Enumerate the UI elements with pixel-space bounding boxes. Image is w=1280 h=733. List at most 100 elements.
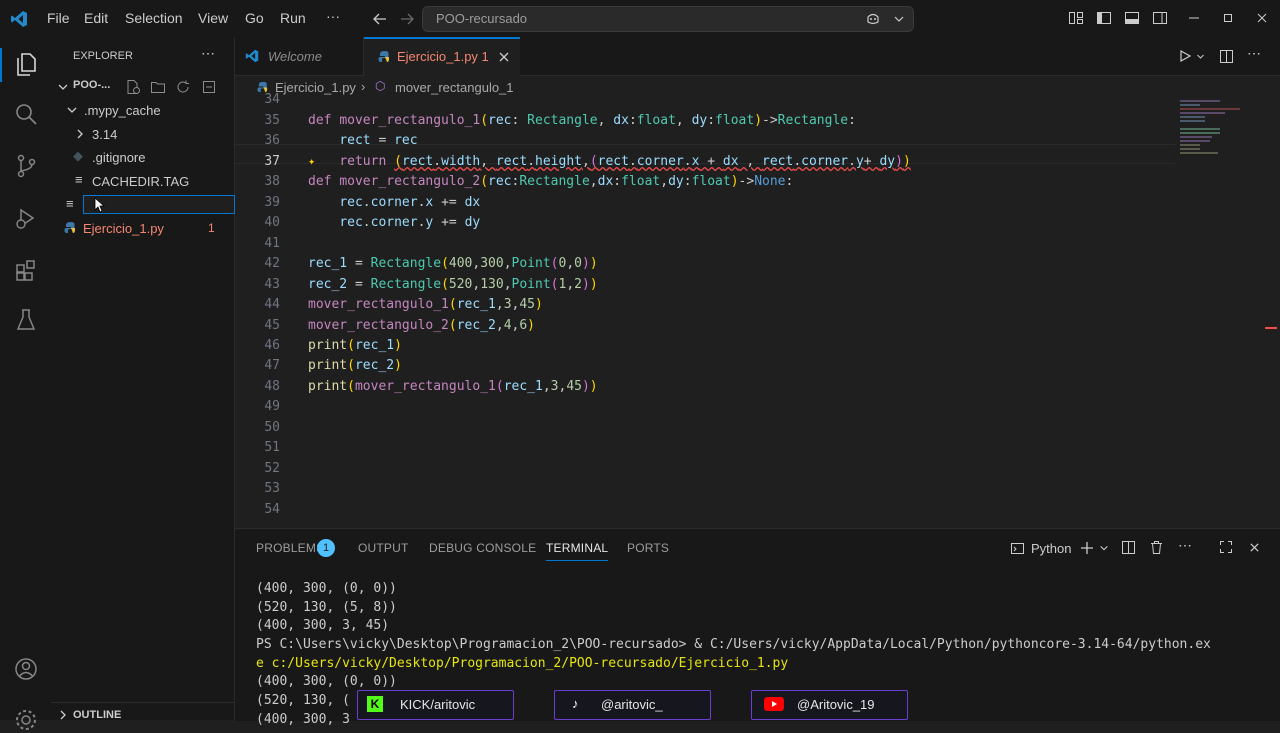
code-line: 44 mover_rectangulo_1(rec_1,3,45) — [235, 297, 1280, 317]
trash-icon[interactable] — [1149, 540, 1164, 555]
activity-bar — [0, 37, 52, 730]
explorer-title: EXPLORER — [73, 50, 133, 62]
youtube-handle: @Aritovic_19 — [797, 697, 875, 712]
title-bar: File Edit Selection View Go Run ··· POO-… — [0, 0, 1280, 38]
line-number: 44 — [264, 297, 280, 312]
code-line: 51 — [235, 440, 1280, 460]
editor-more-icon[interactable]: ⋯ — [1247, 45, 1261, 62]
new-file-row[interactable]: ≡ — [51, 194, 235, 216]
close-tab-icon[interactable] — [498, 51, 510, 63]
terminal-line: e c:/Users/vicky/Desktop/Programacion_2/… — [256, 655, 789, 671]
tree-item-gitignore[interactable]: ◆ .gitignore — [51, 146, 234, 168]
code-editor[interactable]: 34 35 def mover_rectangulo_1(rec: Rectang… — [235, 92, 1280, 528]
menu-selection[interactable]: Selection — [125, 10, 183, 26]
chevron-down-icon[interactable] — [1099, 543, 1109, 553]
overview-ruler-error-marker — [1265, 327, 1277, 329]
back-arrow-icon[interactable] — [372, 11, 388, 27]
line-number: 49 — [264, 399, 280, 414]
chevron-down-icon[interactable] — [1196, 52, 1205, 61]
terminal-line: PS C:\Users\vicky\Desktop\Programacion_2… — [256, 637, 1211, 653]
code-line: 53 — [235, 481, 1280, 501]
workspace-root[interactable]: POO-... — [51, 76, 234, 98]
new-terminal-plus-icon[interactable] — [1079, 540, 1095, 556]
outline-section[interactable]: OUTLINE — [51, 702, 234, 725]
maximize-panel-icon[interactable] — [1219, 540, 1233, 554]
chevron-down-icon — [58, 84, 68, 90]
youtube-overlay: @Aritovic_19 — [751, 690, 908, 720]
tiktok-handle: @aritovic_ — [601, 697, 663, 712]
new-file-icon[interactable] — [125, 79, 141, 95]
tree-item-mypy-cache[interactable]: .mypy_cache — [51, 99, 234, 121]
source-control-icon[interactable] — [13, 153, 39, 179]
run-python-file-icon[interactable] — [1178, 49, 1192, 63]
menu-view[interactable]: View — [198, 10, 228, 26]
close-window-icon[interactable] — [1256, 12, 1268, 24]
copilot-icon[interactable] — [865, 11, 881, 27]
code-line: 36 rect = rec — [235, 133, 1280, 153]
maximize-icon[interactable] — [1222, 12, 1234, 24]
close-panel-icon[interactable] — [1249, 542, 1260, 553]
extensions-icon[interactable] — [13, 257, 39, 283]
vscode-logo-icon — [245, 49, 259, 63]
active-indicator — [0, 48, 2, 82]
menu-more[interactable]: ··· — [326, 8, 340, 24]
explorer-sidebar: EXPLORER ⋯ POO-... .mypy_cache 3.14 ◆ .g… — [51, 37, 235, 721]
new-folder-icon[interactable] — [150, 79, 166, 95]
tree-item-label: 3.14 — [92, 127, 118, 142]
tree-item-label: CACHEDIR.TAG — [92, 174, 190, 189]
line-number: 40 — [264, 215, 280, 230]
explorer-more-icon[interactable]: ⋯ — [201, 45, 215, 62]
tree-item-cachedir-tag[interactable]: ≡ CACHEDIR.TAG — [51, 170, 234, 192]
account-icon[interactable] — [13, 656, 39, 682]
tab-debug-console[interactable]: DEBUG CONSOLE — [429, 541, 536, 555]
minimap[interactable] — [1180, 98, 1250, 188]
tiktok-logo-icon: ♪ — [572, 696, 579, 711]
forward-arrow-icon[interactable] — [399, 11, 415, 27]
tree-item-ejercicio-1-py[interactable]: Ejercicio_1.py 1 — [51, 217, 234, 239]
explorer-icon[interactable] — [13, 51, 39, 77]
menu-edit[interactable]: Edit — [84, 10, 108, 26]
tab-ejercicio-1[interactable]: Ejercicio_1.py 1 — [364, 37, 520, 76]
menu-file[interactable]: File — [47, 10, 70, 26]
youtube-logo-icon — [764, 697, 784, 711]
tab-output[interactable]: OUTPUT — [358, 541, 409, 555]
refresh-icon[interactable] — [175, 79, 191, 95]
code-line: 34 — [235, 92, 1280, 112]
split-editor-icon[interactable] — [1219, 49, 1234, 64]
kick-logo-icon: K — [367, 696, 383, 712]
toggle-panel-icon[interactable] — [1124, 10, 1140, 26]
line-number: 34 — [264, 92, 280, 107]
tree-item-label: Ejercicio_1.py — [83, 221, 164, 236]
problem-count-badge: 1 — [208, 221, 215, 235]
line-number: 48 — [264, 379, 280, 394]
tree-item-3-14[interactable]: 3.14 — [51, 123, 234, 145]
run-debug-icon[interactable] — [13, 205, 39, 231]
menu-go[interactable]: Go — [245, 10, 264, 26]
chevron-down-icon[interactable] — [893, 13, 905, 25]
search-icon[interactable] — [13, 101, 39, 127]
code-line: 48 print(mover_rectangulo_1(rec_1,3,45)) — [235, 379, 1280, 399]
menu-run[interactable]: Run — [280, 10, 306, 26]
toggle-secondary-sidebar-icon[interactable] — [1152, 10, 1168, 26]
code-line: 45 mover_rectangulo_2(rec_2,4,6) — [235, 318, 1280, 338]
line-number: 43 — [264, 277, 280, 292]
toggle-primary-sidebar-icon[interactable] — [1096, 10, 1112, 26]
tab-problems[interactable]: PROBLEMS — [256, 541, 324, 555]
terminal-shell-name[interactable]: Python — [1031, 541, 1071, 556]
collapse-all-icon[interactable] — [201, 79, 217, 95]
mouse-cursor-icon — [94, 197, 106, 213]
tab-ports[interactable]: PORTS — [627, 541, 669, 555]
minimize-icon[interactable] — [1188, 12, 1200, 24]
terminal-line: (400, 300, 3, 45) — [256, 618, 390, 634]
testing-flask-icon[interactable] — [13, 307, 39, 333]
tab-welcome[interactable]: Welcome — [235, 37, 364, 75]
command-center[interactable]: POO-recursado — [422, 6, 914, 32]
code-line: 54 — [235, 502, 1280, 522]
chevron-right-icon — [60, 710, 66, 720]
panel-more-icon[interactable]: ⋯ — [1178, 537, 1192, 554]
chevron-right-icon — [77, 129, 83, 139]
settings-gear-icon[interactable] — [13, 707, 39, 733]
tab-terminal[interactable]: TERMINAL — [546, 541, 609, 561]
customize-layout-icon[interactable] — [1068, 10, 1084, 26]
split-terminal-icon[interactable] — [1121, 540, 1136, 555]
